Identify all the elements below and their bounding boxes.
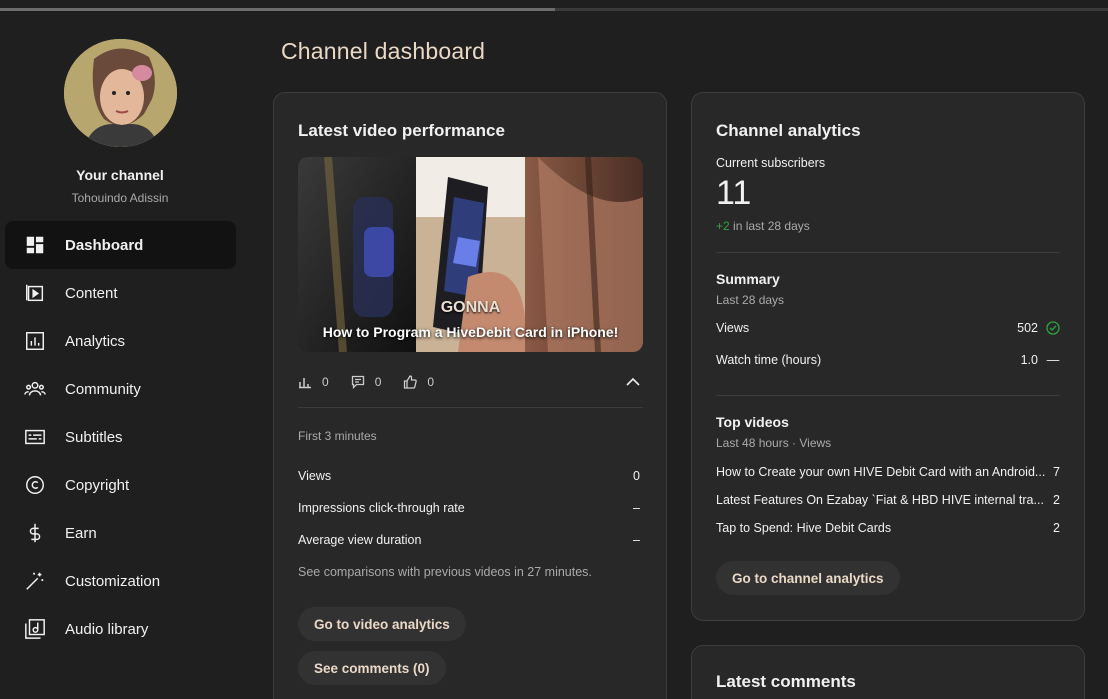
subtitles-icon: [5, 426, 65, 448]
channel-title[interactable]: Your channel: [0, 167, 240, 183]
channel-name: Tohouindo Adissin: [71, 191, 169, 205]
period-label: First 3 minutes: [298, 429, 377, 443]
bar-chart-icon: [299, 378, 311, 389]
page-title: Channel dashboard: [281, 38, 486, 64]
video-thumbnail[interactable]: GONNA How to Program a HiveDebit Card in…: [298, 157, 643, 352]
video-stats-row: 0 0 0: [298, 372, 643, 392]
sidebar-item-label: Dashboard: [65, 236, 144, 254]
sidebar-item-label: Community: [65, 380, 141, 398]
comment-icon: [351, 375, 364, 389]
top-video-title: How to Create your own HIVE Debit Card w…: [716, 465, 1046, 479]
chevron-up-icon[interactable]: [625, 374, 641, 390]
sidebar-item-label: Customization: [65, 572, 161, 590]
metric-row-avg-duration: Average view duration –: [298, 533, 640, 547]
audio-library-icon: [5, 618, 65, 640]
card-heading: Latest comments: [716, 672, 856, 691]
sidebar-item-label: Content: [65, 284, 118, 302]
top-progress-bar: [0, 0, 1108, 11]
summary-value: 1.0: [1020, 353, 1038, 367]
top-videos-period: Last 48 hours · Views: [716, 436, 832, 450]
sidebar-item-label: Analytics: [65, 332, 126, 350]
top-video-row[interactable]: How to Create your own HIVE Debit Card w…: [716, 465, 1060, 479]
top-video-row[interactable]: Latest Features On Ezabay `Fiat & HBD HI…: [716, 493, 1060, 507]
sidebar-nav: Dashboard Content Analytics Community Su…: [5, 221, 236, 653]
dash-indicator: —: [1046, 353, 1060, 367]
metric-label: Average view duration: [298, 533, 422, 547]
metric-value: –: [633, 533, 640, 547]
analytics-icon: [5, 330, 65, 352]
metric-row-views: Views 0: [298, 469, 640, 483]
sidebar-item-label: Copyright: [65, 476, 130, 494]
latest-comments-card: Latest comments: [691, 645, 1085, 699]
top-video-row[interactable]: Tap to Spend: Hive Debit Cards 2: [716, 521, 1060, 535]
top-video-views: 7: [1053, 465, 1060, 479]
summary-heading: Summary: [716, 271, 780, 287]
sidebar-item-label: Audio library: [65, 620, 149, 638]
summary-label: Views: [716, 321, 750, 335]
magic-wand-icon: [5, 570, 65, 592]
subscribers-change: +2 in last 28 days: [716, 219, 810, 233]
see-comments-button[interactable]: See comments (0): [298, 651, 446, 685]
sidebar-item-content[interactable]: Content: [5, 269, 236, 317]
go-to-channel-analytics-button[interactable]: Go to channel analytics: [716, 561, 900, 595]
metric-value: –: [633, 501, 640, 515]
dashboard-icon: [5, 234, 65, 256]
divider: [716, 395, 1060, 396]
sidebar-item-copyright[interactable]: Copyright: [5, 461, 236, 509]
likes-stat: 0: [403, 375, 434, 389]
metric-value: 0: [633, 469, 640, 483]
channel-avatar[interactable]: [64, 39, 177, 147]
summary-row-watch-time[interactable]: Watch time (hours) 1.0 —: [716, 353, 1060, 367]
top-video-title: Tap to Spend: Hive Debit Cards: [716, 521, 892, 535]
dollar-icon: [5, 522, 65, 544]
thumbs-up-icon: [404, 375, 418, 389]
community-icon: [5, 378, 65, 400]
thumbnail-title: How to Program a HiveDebit Card in iPhon…: [322, 324, 619, 340]
likes-count: 0: [427, 375, 435, 389]
top-video-views: 2: [1053, 493, 1060, 507]
top-video-views: 2: [1053, 521, 1060, 535]
content-icon: [5, 282, 65, 304]
channel-analytics-card: Channel analytics Current subscribers 11…: [691, 92, 1085, 621]
sidebar-item-community[interactable]: Community: [5, 365, 236, 413]
card-heading: Latest video performance: [298, 121, 505, 140]
card-heading: Channel analytics: [716, 121, 861, 140]
comments-count: 0: [374, 375, 382, 389]
sidebar-item-audio-library[interactable]: Audio library: [5, 605, 236, 653]
comments-stat: 0: [351, 375, 382, 389]
metric-label: Impressions click-through rate: [298, 501, 465, 515]
subscribers-count: 11: [716, 174, 752, 212]
sidebar-item-label: Earn: [65, 524, 97, 542]
summary-value: 502: [1017, 321, 1038, 335]
sidebar-item-customization[interactable]: Customization: [5, 557, 236, 605]
summary-row-views[interactable]: Views 502: [716, 321, 1060, 335]
sidebar-item-dashboard[interactable]: Dashboard: [5, 221, 236, 269]
go-to-video-analytics-button[interactable]: Go to video analytics: [298, 607, 466, 641]
sidebar: Your channel Tohouindo Adissin Dashboard…: [0, 11, 240, 699]
copyright-icon: [5, 474, 65, 496]
divider: [716, 252, 1060, 253]
metric-row-ctr: Impressions click-through rate –: [298, 501, 640, 515]
views-stat: 0: [298, 375, 329, 389]
thumbnail-overlay-text: GONNA: [440, 299, 501, 316]
sidebar-item-analytics[interactable]: Analytics: [5, 317, 236, 365]
top-video-title: Latest Features On Ezabay `Fiat & HBD HI…: [716, 493, 1044, 507]
check-circle-icon: [1046, 321, 1060, 335]
subscribers-change-value: +2: [716, 219, 730, 233]
sidebar-item-label: Subtitles: [65, 428, 123, 446]
latest-video-card: Latest video performance GONNA How to Pr…: [273, 92, 667, 699]
comparison-note: See comparisons with previous videos in …: [298, 565, 592, 579]
subscribers-change-period: in last 28 days: [733, 219, 810, 233]
top-videos-heading: Top videos: [716, 414, 789, 430]
views-count: 0: [322, 375, 329, 389]
metric-label: Views: [298, 469, 332, 483]
divider: [298, 407, 643, 408]
summary-period: Last 28 days: [716, 293, 785, 307]
subscribers-label: Current subscribers: [716, 156, 826, 170]
sidebar-item-subtitles[interactable]: Subtitles: [5, 413, 236, 461]
summary-label: Watch time (hours): [716, 353, 822, 367]
sidebar-item-earn[interactable]: Earn: [5, 509, 236, 557]
